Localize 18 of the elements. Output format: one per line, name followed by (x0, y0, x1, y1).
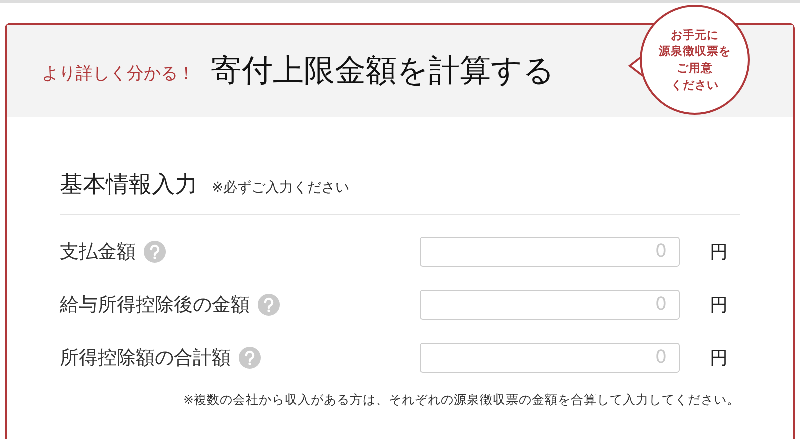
field-label: 給与所得控除後の金額 (60, 292, 250, 318)
required-note: ※必ずご入力ください (212, 179, 350, 197)
bubble-text: お手元に (671, 26, 719, 44)
unit-label: 円 (710, 294, 728, 316)
help-icon[interactable] (144, 240, 166, 262)
header-lead: より詳しく分かる！ (42, 62, 195, 84)
unit-label: 円 (710, 240, 728, 264)
bubble-text: ご用意 (677, 60, 713, 77)
help-icon[interactable] (239, 346, 261, 368)
field-label: 所得控除額の合計額 (60, 346, 231, 370)
field-label: 支払金額 (60, 240, 136, 264)
page-title: 寄付上限金額を計算する (211, 52, 555, 91)
unit-label: 円 (710, 346, 728, 370)
section-title: 基本情報入力 (60, 171, 198, 200)
help-icon[interactable] (258, 294, 280, 316)
footnote: ※複数の会社から収入がある方は、それぞれの源泉徴収票の金額を合算して入力してください。 (182, 392, 740, 409)
bubble-text: 源泉徴収票を (659, 43, 731, 60)
bubble-text: ください (671, 76, 719, 94)
